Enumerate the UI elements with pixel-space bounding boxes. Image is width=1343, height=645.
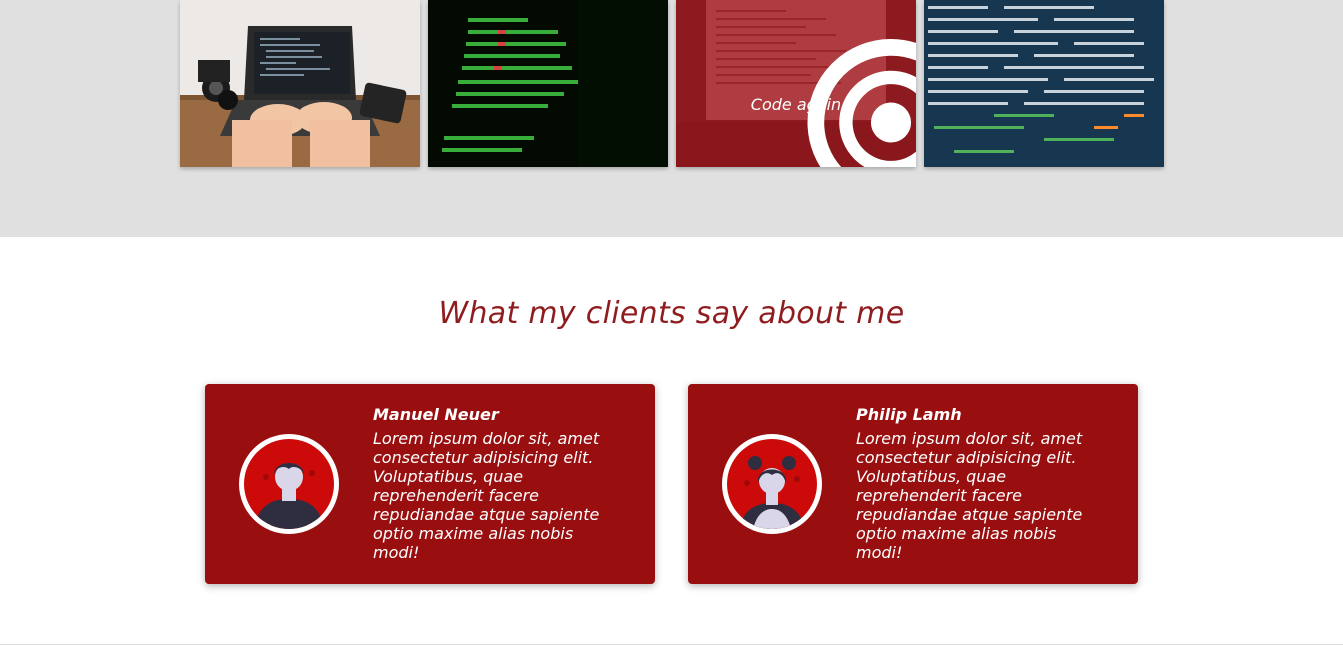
avatar xyxy=(239,434,339,534)
client-quote: Lorem ipsum dolor sit, amet consectetur … xyxy=(373,429,600,562)
gallery-tile-code-again[interactable]: Code again xyxy=(676,0,916,167)
client-quote: Lorem ipsum dolor sit, amet consectetur … xyxy=(856,429,1083,562)
gallery-tile-blue-code[interactable] xyxy=(924,0,1164,167)
laptop-desk-photo xyxy=(180,0,420,167)
client-name: Philip Lamh xyxy=(856,405,962,424)
client-name: Manuel Neuer xyxy=(373,405,499,424)
tile-caption: Code again xyxy=(750,95,842,114)
testimonial-card-philip: Philip Lamh Lorem ipsum dolor sit, amet … xyxy=(688,384,1138,584)
gallery-tile-laptop[interactable] xyxy=(180,0,420,167)
testimonials-title: What my clients say about me xyxy=(438,296,905,331)
green-code-photo xyxy=(428,0,668,167)
gallery-tile-green-code[interactable] xyxy=(428,0,668,167)
blue-code-photo xyxy=(924,0,1164,167)
tile-hover-overlay: Code again xyxy=(676,0,916,167)
testimonial-card-manuel: Manuel Neuer Lorem ipsum dolor sit, amet… xyxy=(205,384,655,584)
avatar xyxy=(722,434,822,534)
male-avatar-icon xyxy=(244,439,334,529)
portfolio-gallery: Code again xyxy=(0,0,1343,237)
female-avatar-icon xyxy=(727,439,817,529)
